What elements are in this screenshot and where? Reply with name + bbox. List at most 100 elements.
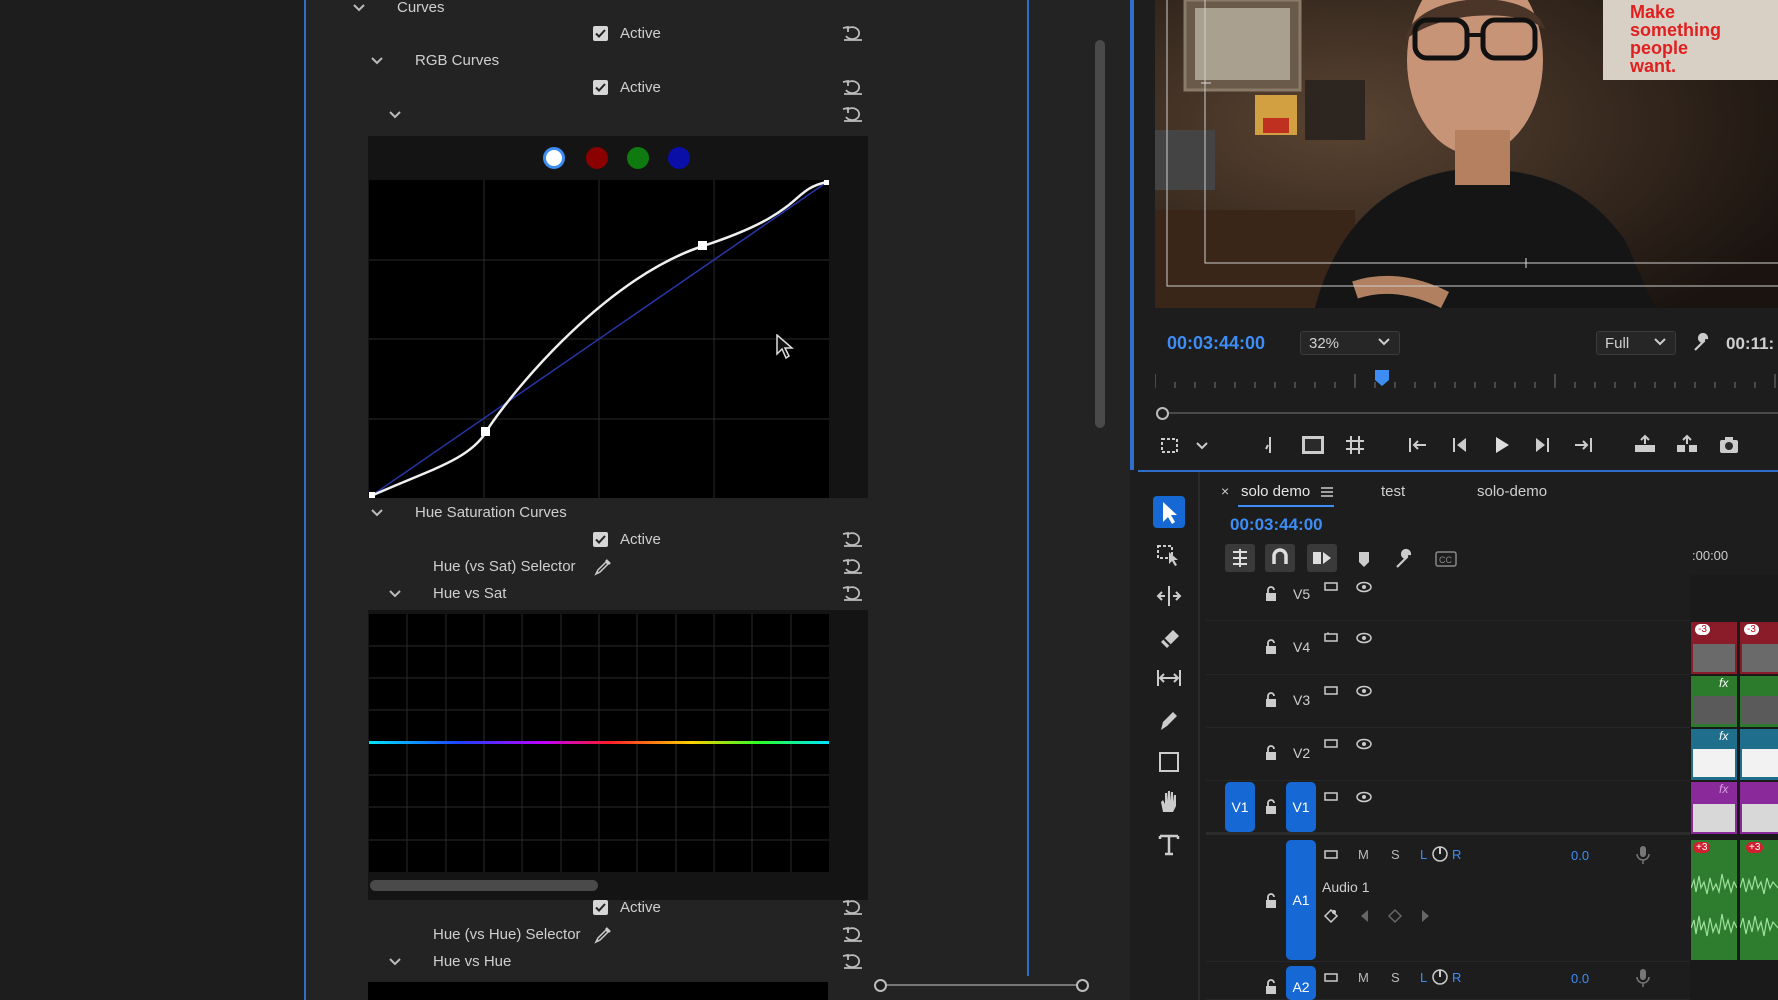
channel-green-dot[interactable] xyxy=(627,147,649,169)
zoom-end-handle[interactable] xyxy=(1076,979,1089,992)
chevron-down-icon[interactable] xyxy=(1189,432,1215,458)
reset-icon[interactable] xyxy=(842,925,864,943)
track-target-v1[interactable]: V1 xyxy=(1286,782,1316,832)
lock-icon[interactable] xyxy=(1264,979,1278,999)
hand-tool-icon[interactable] xyxy=(1153,786,1185,818)
previous-keyframe-icon[interactable] xyxy=(1358,909,1370,927)
go-to-in-icon[interactable] xyxy=(1405,432,1431,458)
toggle-visibility-eye-icon[interactable] xyxy=(1355,684,1373,702)
toggle-visibility-eye-icon[interactable] xyxy=(1355,580,1373,598)
reset-icon[interactable] xyxy=(842,898,864,916)
collapse-curves-chevron-icon[interactable] xyxy=(351,0,367,16)
horizontal-scrollbar[interactable] xyxy=(370,880,598,891)
add-marker-icon[interactable] xyxy=(1257,432,1283,458)
add-keyframe-icon[interactable] xyxy=(1387,908,1403,928)
go-to-out-icon[interactable] xyxy=(1570,432,1596,458)
toggle-sync-icon[interactable] xyxy=(1324,737,1340,755)
toggle-sync-icon[interactable] xyxy=(1324,684,1340,702)
pen-tool-icon[interactable] xyxy=(1153,704,1185,736)
solo-button[interactable]: S xyxy=(1391,847,1400,862)
video-clip[interactable] xyxy=(1740,676,1778,727)
play-icon[interactable] xyxy=(1488,432,1514,458)
tab-menu-icon[interactable] xyxy=(1320,485,1334,497)
reset-icon[interactable] xyxy=(842,584,864,602)
toggle-visibility-eye-icon[interactable] xyxy=(1355,737,1373,755)
snap-magnet-icon[interactable] xyxy=(1265,544,1295,572)
lock-icon[interactable] xyxy=(1264,799,1278,819)
zoom-scroll-track[interactable] xyxy=(880,984,1084,986)
tab-solo-demo-2[interactable]: solo-demo xyxy=(1477,483,1547,500)
reset-icon[interactable] xyxy=(842,24,864,42)
export-frame-camera-icon[interactable] xyxy=(1716,432,1742,458)
curves-active-checkbox[interactable] xyxy=(593,26,608,41)
timeline-settings-wrench-icon[interactable] xyxy=(1394,548,1416,570)
razor-tool-icon[interactable] xyxy=(1153,622,1185,654)
reset-icon[interactable] xyxy=(842,530,864,548)
pan-knob-icon[interactable] xyxy=(1431,968,1449,990)
pan-knob-icon[interactable] xyxy=(1431,845,1449,867)
video-clip[interactable]: fx xyxy=(1691,676,1737,727)
rgb-curves-active-checkbox[interactable] xyxy=(593,80,608,95)
close-tab-icon[interactable]: × xyxy=(1221,483,1229,499)
a2-volume-value[interactable]: 0.0 xyxy=(1571,971,1589,986)
reset-icon[interactable] xyxy=(842,952,864,970)
wrench-icon[interactable] xyxy=(1692,332,1712,353)
rectangle-tool-icon[interactable] xyxy=(1153,746,1185,778)
track-select-tool-icon[interactable] xyxy=(1153,538,1185,570)
toggle-sync-icon[interactable] xyxy=(1324,631,1340,649)
mute-button[interactable]: M xyxy=(1358,970,1369,985)
eyedropper-icon[interactable] xyxy=(594,926,612,944)
keyframe-toggle-icon[interactable] xyxy=(1323,908,1339,928)
toggle-sync-icon[interactable] xyxy=(1324,790,1340,808)
video-clip[interactable] xyxy=(1740,782,1778,834)
voice-over-mic-icon[interactable] xyxy=(1636,845,1650,869)
captions-icon[interactable]: CC xyxy=(1434,549,1458,569)
safe-margins-icon[interactable] xyxy=(1300,432,1326,458)
reset-icon[interactable] xyxy=(842,557,864,575)
step-forward-icon[interactable] xyxy=(1529,432,1555,458)
add-marker-icon[interactable] xyxy=(1353,548,1375,570)
hue-sat-active-checkbox[interactable] xyxy=(593,532,608,547)
track-target-a2[interactable]: A2 xyxy=(1286,966,1316,1000)
mute-button[interactable]: M xyxy=(1358,847,1369,862)
lift-icon[interactable] xyxy=(1632,432,1658,458)
insert-sequence-nests-icon[interactable] xyxy=(1225,544,1255,572)
video-clip[interactable]: -3 xyxy=(1740,622,1778,674)
type-tool-icon[interactable] xyxy=(1153,828,1185,860)
solo-button[interactable]: S xyxy=(1391,970,1400,985)
video-clip[interactable]: fx xyxy=(1691,782,1737,834)
source-patch-v1[interactable]: V1 xyxy=(1225,782,1255,832)
reset-icon[interactable] xyxy=(842,78,864,96)
channel-blue-dot[interactable] xyxy=(668,147,690,169)
audio-clip[interactable]: +3 xyxy=(1740,840,1778,960)
eyedropper-icon[interactable] xyxy=(594,558,612,576)
timeline-timecode[interactable]: 00:03:44:00 xyxy=(1230,515,1323,535)
hue-vs-hue-graph[interactable] xyxy=(368,982,828,1000)
step-back-icon[interactable] xyxy=(1447,432,1473,458)
rgb-curve-graph[interactable] xyxy=(369,180,829,498)
hue-vs-hue-active-checkbox[interactable] xyxy=(593,900,608,915)
lock-icon[interactable] xyxy=(1264,893,1278,913)
collapse-rgb-curves-chevron-icon[interactable] xyxy=(369,53,385,69)
ripple-edit-tool-icon[interactable] xyxy=(1153,580,1185,612)
voice-over-mic-icon[interactable] xyxy=(1636,968,1650,992)
video-clip[interactable]: -3 xyxy=(1691,622,1737,674)
playback-resolution-dropdown[interactable]: Full xyxy=(1596,331,1676,355)
lock-icon[interactable] xyxy=(1264,745,1278,765)
vertical-scrollbar[interactable] xyxy=(1095,40,1105,428)
audio-clip[interactable]: +3 xyxy=(1691,840,1737,960)
monitor-scroll-handle[interactable] xyxy=(1156,407,1169,420)
slip-tool-icon[interactable] xyxy=(1153,662,1185,694)
toggle-sync-icon[interactable] xyxy=(1324,848,1340,866)
reset-icon[interactable] xyxy=(842,105,864,123)
toggle-sync-icon[interactable] xyxy=(1324,971,1340,989)
toggle-visibility-eye-icon[interactable] xyxy=(1355,790,1373,808)
lock-icon[interactable] xyxy=(1264,692,1278,712)
grid-icon[interactable] xyxy=(1342,432,1368,458)
track-target-a1[interactable]: A1 xyxy=(1286,840,1316,960)
zoom-start-handle[interactable] xyxy=(874,979,887,992)
toggle-sync-icon[interactable] xyxy=(1324,580,1340,598)
channel-white-dot[interactable] xyxy=(543,147,565,169)
playhead-timecode[interactable]: 00:03:44:00 xyxy=(1167,333,1265,354)
collapse-hue-vs-hue-chevron-icon[interactable] xyxy=(387,954,403,970)
